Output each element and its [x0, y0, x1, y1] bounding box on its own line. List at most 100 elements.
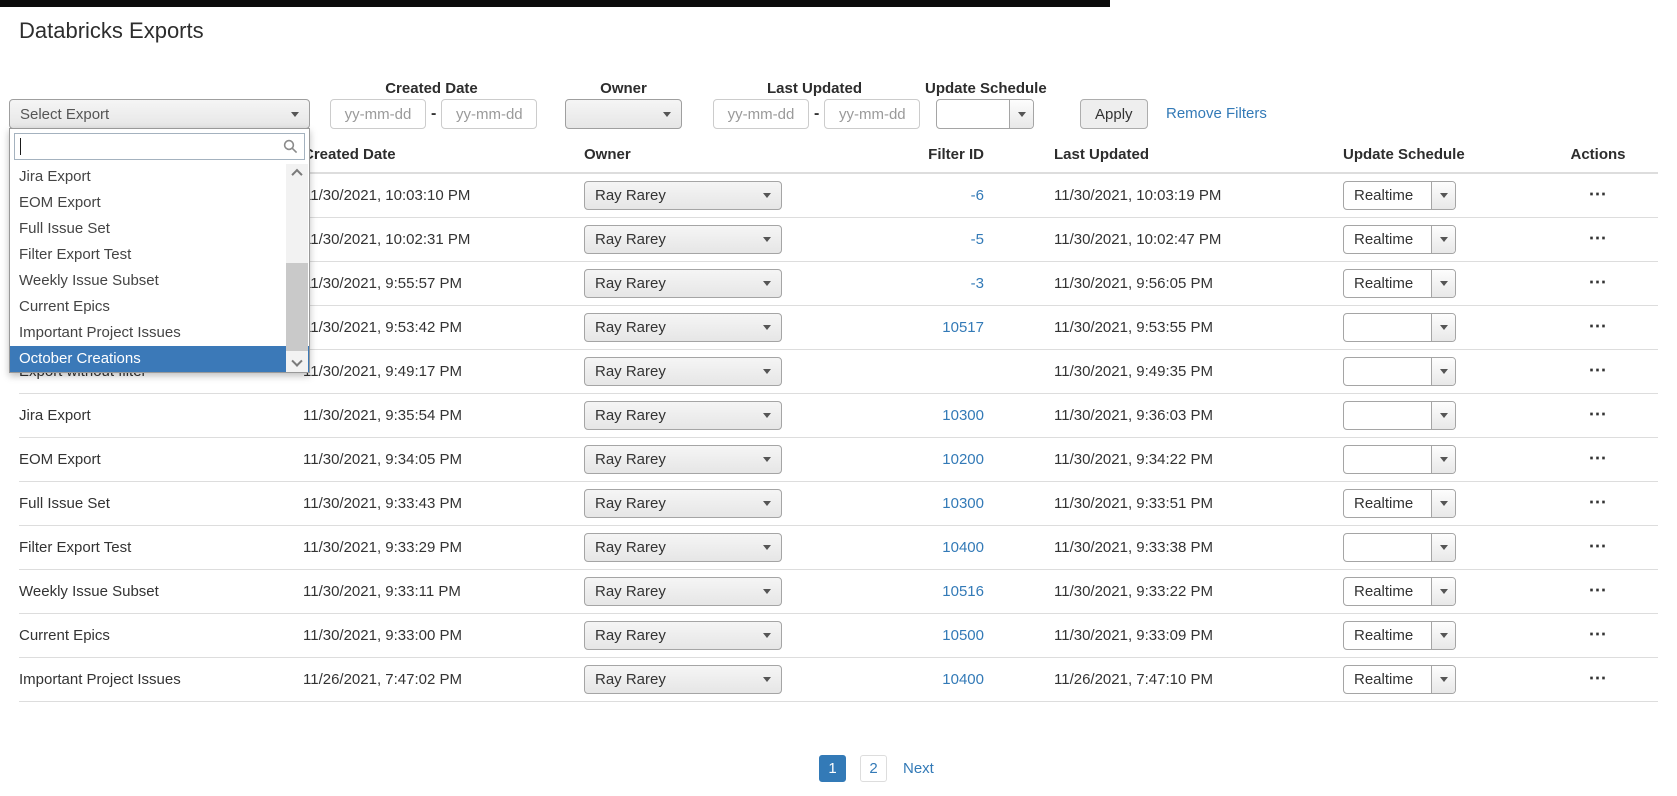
owner-select[interactable]: Ray Rarey — [584, 489, 782, 518]
row-actions-button[interactable]: ⋯ — [1589, 580, 1608, 600]
page-button-1[interactable]: 1 — [819, 755, 846, 782]
owner-select[interactable]: Ray Rarey — [584, 313, 782, 342]
last-updated-from-input[interactable] — [713, 99, 809, 129]
last-updated-cell: 11/30/2021, 9:33:09 PM — [1024, 613, 1313, 657]
owner-filter-select[interactable] — [565, 99, 682, 129]
filter-id-link[interactable]: -3 — [971, 275, 984, 292]
filter-id-link[interactable]: 10517 — [942, 319, 984, 336]
owner-cell: Ray Rarey — [584, 525, 921, 569]
update-schedule-select[interactable]: Realtime — [1343, 577, 1456, 606]
dropdown-scrollbar[interactable] — [286, 164, 308, 372]
owner-select[interactable]: Ray Rarey — [584, 269, 782, 298]
created-date-cell: 11/30/2021, 9:34:05 PM — [303, 437, 584, 481]
update-schedule-select[interactable]: Realtime — [1343, 269, 1456, 298]
last-updated-cell: 11/30/2021, 9:36:03 PM — [1024, 393, 1313, 437]
apply-button[interactable]: Apply — [1080, 99, 1148, 129]
row-actions-button[interactable]: ⋯ — [1589, 228, 1608, 248]
created-date-cell: 11/30/2021, 9:35:54 PM — [303, 393, 584, 437]
owner-select[interactable]: Ray Rarey — [584, 577, 782, 606]
row-actions-button[interactable]: ⋯ — [1589, 624, 1608, 644]
update-schedule-select[interactable]: Realtime — [1343, 225, 1456, 254]
scroll-up-icon[interactable] — [286, 164, 308, 181]
row-actions-button[interactable]: ⋯ — [1589, 492, 1608, 512]
owner-select[interactable]: Ray Rarey — [584, 357, 782, 386]
page-button-2[interactable]: 2 — [860, 755, 887, 782]
update-schedule-select[interactable]: Realtime — [1343, 621, 1456, 650]
next-page-link[interactable]: Next — [903, 760, 934, 777]
filter-id-link[interactable]: 10400 — [942, 671, 984, 688]
owner-select[interactable]: Ray Rarey — [584, 621, 782, 650]
export-option[interactable]: Full Issue Set — [10, 216, 309, 242]
col-header-created-date: Created Date — [303, 140, 584, 173]
created-date-to-input[interactable] — [441, 99, 537, 129]
filter-id-link[interactable]: 10400 — [942, 539, 984, 556]
filter-id-link[interactable]: 10200 — [942, 451, 984, 468]
export-option[interactable]: October Creations — [10, 346, 309, 372]
update-schedule-select[interactable]: Realtime — [1343, 181, 1456, 210]
owner-cell: Ray Rarey — [584, 393, 921, 437]
filter-id-link[interactable]: 10300 — [942, 495, 984, 512]
row-actions-button[interactable]: ⋯ — [1589, 536, 1608, 556]
last-updated-to-input[interactable] — [824, 99, 920, 129]
update-schedule-select[interactable] — [1343, 401, 1456, 430]
scrollbar-thumb[interactable] — [286, 263, 308, 351]
remove-filters-link[interactable]: Remove Filters — [1166, 105, 1267, 122]
created-date: 11/30/2021, 10:02:31 PM — [303, 231, 470, 248]
chevron-down-icon — [1431, 270, 1455, 297]
update-schedule-select[interactable] — [1343, 533, 1456, 562]
update-schedule-select[interactable] — [1343, 445, 1456, 474]
update-schedule-cell — [1313, 437, 1538, 481]
export-option[interactable]: Weekly Issue Subset — [10, 268, 309, 294]
last-updated: 11/30/2021, 10:02:47 PM — [1054, 231, 1221, 248]
row-actions-button[interactable]: ⋯ — [1589, 184, 1608, 204]
owner-select[interactable]: Ray Rarey — [584, 181, 782, 210]
update-schedule-select[interactable]: Realtime — [1343, 665, 1456, 694]
table-row: Weekly Issue Subset11/30/2021, 9:33:11 P… — [19, 569, 1658, 613]
last-updated-cell: 11/30/2021, 10:03:19 PM — [1024, 173, 1313, 217]
select-export-dropdown[interactable]: Select Export — [9, 99, 310, 129]
chevron-down-icon — [763, 589, 771, 594]
owner-select[interactable]: Ray Rarey — [584, 445, 782, 474]
export-name: Current Epics — [19, 627, 110, 644]
owner-select[interactable]: Ray Rarey — [584, 533, 782, 562]
owner-select[interactable]: Ray Rarey — [584, 665, 782, 694]
update-schedule-select[interactable]: Realtime — [1343, 489, 1456, 518]
export-search-input[interactable] — [14, 133, 305, 160]
row-actions-button[interactable]: ⋯ — [1589, 448, 1608, 468]
last-updated: 11/30/2021, 9:49:35 PM — [1054, 363, 1213, 380]
filter-id-link[interactable]: 10500 — [942, 627, 984, 644]
last-updated-cell: 11/30/2021, 9:33:22 PM — [1024, 569, 1313, 613]
filter-id-link[interactable]: 10516 — [942, 583, 984, 600]
row-actions-button[interactable]: ⋯ — [1589, 668, 1608, 688]
owner-cell: Ray Rarey — [584, 657, 921, 701]
row-actions-button[interactable]: ⋯ — [1589, 272, 1608, 292]
export-option[interactable]: EOM Export — [10, 190, 309, 216]
owner-cell: Ray Rarey — [584, 437, 921, 481]
filter-id-link[interactable]: 10300 — [942, 407, 984, 424]
filter-id-cell: -5 — [921, 217, 1024, 261]
owner-value: Ray Rarey — [595, 275, 666, 292]
export-option[interactable]: Filter Export Test — [10, 242, 309, 268]
filter-id-link[interactable]: -6 — [971, 187, 984, 204]
filter-id-link[interactable]: -5 — [971, 231, 984, 248]
update-schedule-value: Realtime — [1344, 578, 1431, 605]
update-schedule-value: Realtime — [1344, 622, 1431, 649]
row-actions-button[interactable]: ⋯ — [1589, 360, 1608, 380]
created-date-from-input[interactable] — [330, 99, 426, 129]
update-schedule-cell: Realtime — [1313, 657, 1538, 701]
owner-select[interactable]: Ray Rarey — [584, 401, 782, 430]
export-option[interactable]: Important Project Issues — [10, 320, 309, 346]
export-option[interactable]: Current Epics — [10, 294, 309, 320]
created-date: 11/30/2021, 9:33:11 PM — [303, 583, 461, 600]
update-schedule-filter-select[interactable] — [936, 99, 1034, 129]
owner-select[interactable]: Ray Rarey — [584, 225, 782, 254]
table-row: Filter Export Test11/30/2021, 9:33:29 PM… — [19, 525, 1658, 569]
row-actions-button[interactable]: ⋯ — [1589, 404, 1608, 424]
update-schedule-select[interactable] — [1343, 313, 1456, 342]
scroll-down-icon[interactable] — [286, 355, 308, 372]
export-option[interactable]: Jira Export — [10, 164, 309, 190]
update-schedule-select[interactable] — [1343, 357, 1456, 386]
owner-value: Ray Rarey — [595, 627, 666, 644]
table-row: Important Project Issues11/26/2021, 7:47… — [19, 657, 1658, 701]
row-actions-button[interactable]: ⋯ — [1589, 316, 1608, 336]
